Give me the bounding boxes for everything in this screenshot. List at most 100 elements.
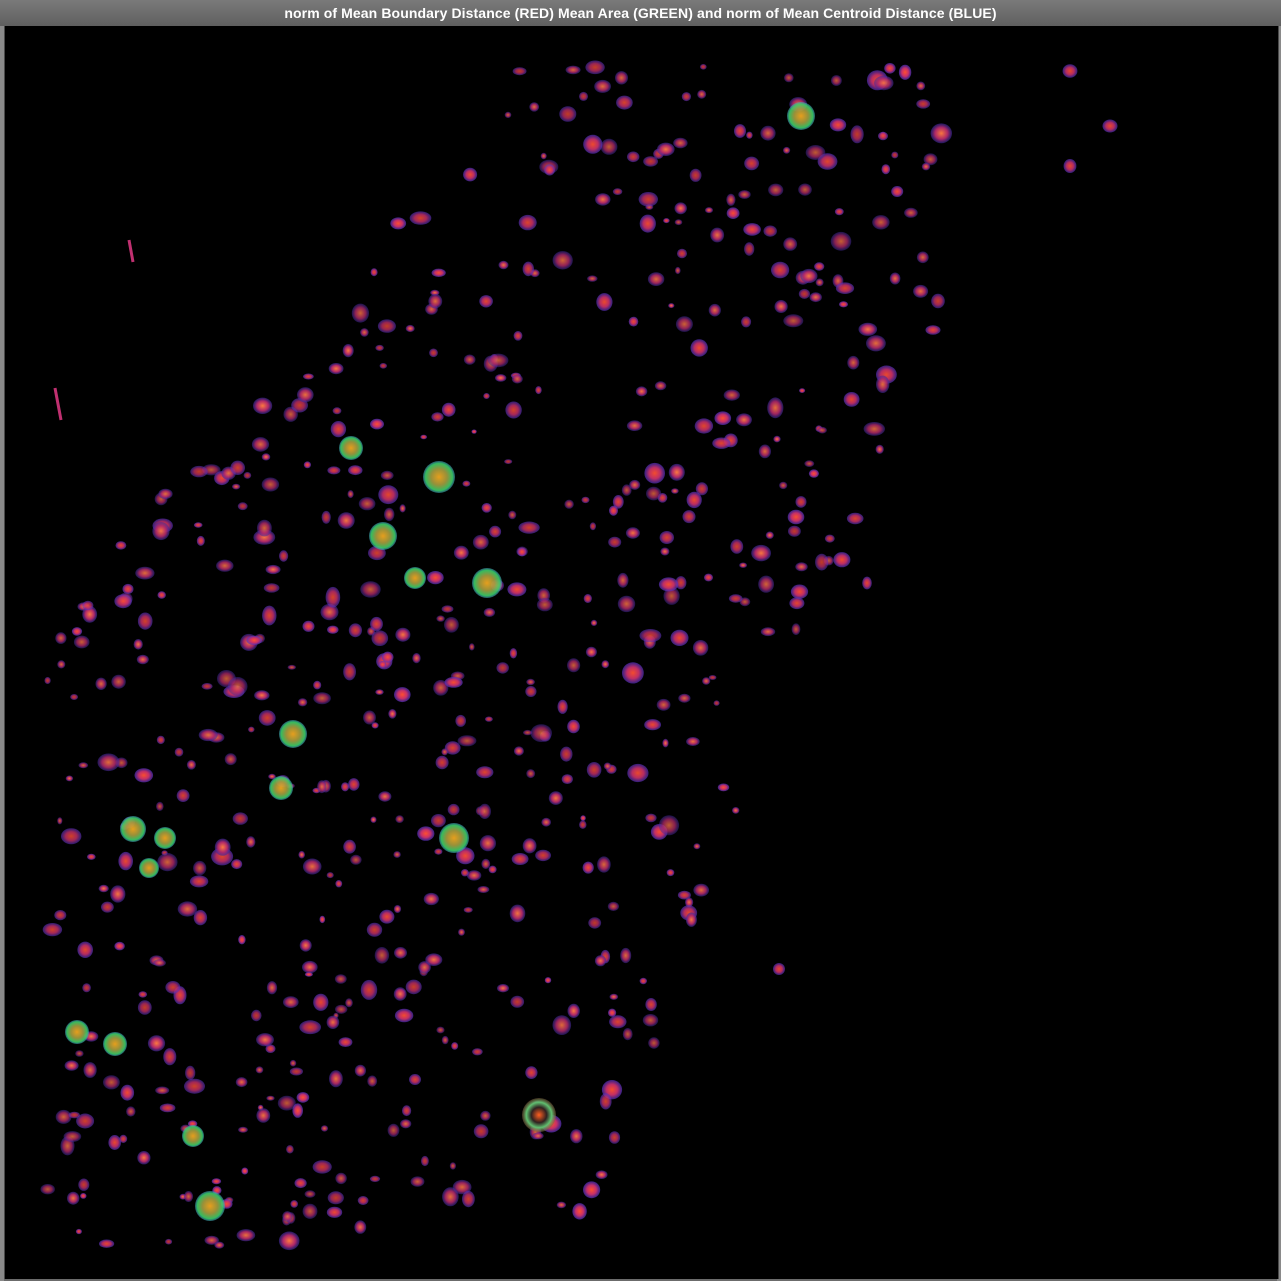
cell-blob: [795, 496, 807, 508]
cell-blob: [329, 1070, 343, 1088]
cell-blob: [380, 470, 394, 480]
cell-blob: [830, 231, 852, 251]
streak-blob: [53, 387, 63, 421]
cell-blob: [138, 991, 148, 998]
cell-blob: [360, 979, 378, 1000]
cell-blob: [580, 815, 586, 821]
cell-blob: [544, 977, 552, 984]
cell-blob: [535, 386, 542, 395]
cell-blob: [390, 217, 407, 230]
cell-blob: [760, 125, 776, 141]
cell-blob: [137, 1000, 152, 1015]
cell-blob: [660, 547, 670, 556]
cell-blob: [808, 469, 819, 478]
cell-blob: [662, 738, 669, 748]
cell-blob: [505, 401, 522, 419]
cell-blob: [193, 522, 203, 528]
cell-blob: [643, 156, 658, 167]
cell-blob: [561, 774, 573, 784]
cell-blob: [530, 724, 552, 742]
cell-blob: [238, 935, 246, 945]
cell-blob: [54, 910, 67, 921]
cell-blob: [925, 325, 941, 335]
cell-blob: [266, 1095, 275, 1101]
cell-blob: [255, 1066, 264, 1074]
cell-blob: [304, 972, 313, 977]
cell-blob: [686, 737, 700, 746]
cell-blob: [374, 947, 390, 964]
cell-blob: [351, 303, 369, 323]
cell-blob: [165, 1238, 173, 1245]
cell-blob: [114, 594, 132, 609]
cell-blob: [682, 510, 696, 524]
cell-blob: [710, 227, 725, 243]
cell-blob: [635, 386, 648, 397]
cell-blob: [714, 411, 732, 426]
cell-blob: [136, 654, 149, 665]
cell-blob: [677, 248, 687, 259]
cell-blob: [232, 483, 241, 490]
cell-blob: [393, 851, 401, 858]
cell-blob: [384, 507, 395, 522]
cell-blob: [231, 859, 243, 870]
cell-blob: [431, 268, 446, 277]
cell-blob: [77, 941, 93, 958]
cell-blob: [201, 683, 213, 690]
cell-blob: [517, 547, 527, 557]
cell-blob: [477, 886, 490, 893]
cell-blob: [736, 413, 752, 427]
window-title-bar[interactable]: norm of Mean Boundary Distance (RED) Mea…: [0, 0, 1281, 26]
cell-blob: [157, 853, 178, 872]
cell-blob: [504, 459, 513, 464]
cell-blob: [644, 462, 665, 484]
cell-blob: [263, 583, 280, 593]
cell-blob: [726, 207, 740, 219]
cell-blob: [319, 915, 326, 924]
cell-blob: [858, 322, 878, 336]
cell-blob: [345, 998, 353, 1008]
cell-blob: [511, 853, 529, 865]
cell-blob: [744, 242, 755, 256]
cell-blob: [441, 402, 456, 417]
cell-blob: [153, 959, 166, 967]
cell-blob: [463, 167, 478, 182]
cell-blob: [847, 355, 860, 370]
cell-blob: [462, 1190, 475, 1208]
cell-blob: [916, 81, 926, 91]
cell-blob: [532, 1132, 544, 1140]
cell-blob: [334, 974, 347, 984]
cell-blob: [449, 1162, 456, 1170]
cell-blob: [642, 1014, 659, 1027]
cell-blob: [595, 193, 611, 206]
cell-blob: [874, 75, 894, 91]
cell-blob: [238, 1126, 248, 1133]
cell-blob: [436, 615, 445, 622]
cell-blob: [489, 525, 502, 538]
cell-blob: [496, 662, 509, 674]
cell-blob: [348, 465, 363, 476]
cell-blob: [332, 407, 342, 415]
cell-blob: [875, 444, 884, 454]
cell-blob: [360, 328, 369, 337]
cell-blob: [758, 575, 774, 593]
cell-blob: [299, 939, 312, 952]
cell-blob: [483, 607, 496, 617]
cell-blob: [246, 836, 256, 848]
large-cell-blob: [269, 776, 293, 800]
large-cell-blob: [439, 823, 469, 853]
cell-blob: [638, 192, 658, 207]
cell-blob: [839, 301, 848, 308]
cell-blob: [278, 1231, 300, 1251]
cell-blob: [261, 453, 271, 461]
cell-blob: [779, 481, 788, 490]
cell-blob: [189, 875, 209, 888]
cell-blob: [378, 485, 399, 505]
cell-blob: [552, 251, 573, 270]
cell-blob: [639, 977, 647, 985]
cell-blob: [184, 1078, 205, 1094]
cell-blob: [627, 763, 649, 783]
cell-blob: [292, 1103, 304, 1118]
cell-blob: [183, 1191, 194, 1202]
cell-blob: [370, 816, 377, 823]
cell-blob: [63, 1131, 82, 1142]
